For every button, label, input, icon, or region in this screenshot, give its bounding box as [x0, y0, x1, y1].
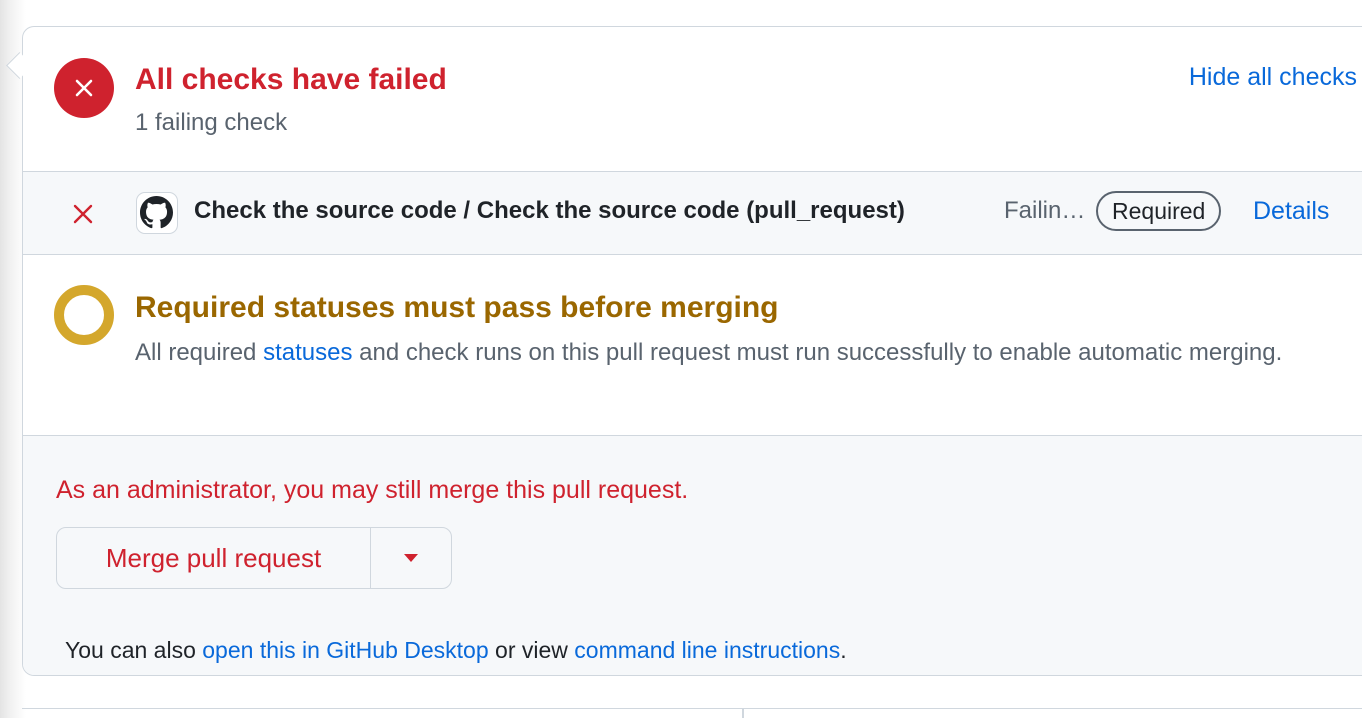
required-badge: Required [1096, 191, 1222, 231]
x-circle-fill-icon [54, 58, 114, 118]
merge-method-dropdown[interactable] [371, 528, 451, 588]
github-mark-icon [136, 192, 178, 234]
statuses-link[interactable]: statuses [263, 339, 352, 366]
page: All checks have failed 1 failing check H… [0, 0, 1362, 718]
desc-text-after: and check runs on this pull request must… [352, 339, 1283, 366]
merge-box: All checks have failed 1 failing check H… [22, 26, 1362, 676]
next-panel-divider [742, 708, 744, 718]
check-row: Check the source code / Check the source… [23, 172, 1362, 255]
required-statuses-title: Required statuses must pass before mergi… [135, 291, 779, 324]
open-in-github-desktop-link[interactable]: open this in GitHub Desktop [202, 637, 488, 663]
required-statuses-section: Required statuses must pass before mergi… [23, 255, 1362, 436]
hide-all-checks-link[interactable]: Hide all checks [1189, 63, 1357, 92]
checks-summary: All checks have failed 1 failing check H… [23, 27, 1362, 172]
merge-button-group: Merge pull request [56, 527, 452, 589]
merge-pull-request-button[interactable]: Merge pull request [57, 528, 371, 588]
pending-ring-icon [54, 285, 114, 345]
details-link[interactable]: Details [1253, 197, 1329, 226]
checks-title: All checks have failed [135, 63, 447, 96]
alt-text-middle: or view [488, 637, 575, 663]
check-status: Failin… [1004, 197, 1086, 224]
next-panel-edge [22, 708, 1362, 718]
desc-text-before: All required [135, 339, 264, 366]
triangle-down-icon [404, 554, 418, 562]
alternative-merge-note: You can also open this in GitHub Desktop… [65, 637, 847, 664]
check-name: Check the source code / Check the source… [194, 197, 905, 224]
alt-text-before: You can also [65, 637, 203, 663]
command-line-instructions-link[interactable]: command line instructions [574, 637, 840, 663]
x-icon [73, 204, 93, 229]
admin-merge-note: As an administrator, you may still merge… [56, 476, 689, 504]
checks-subtitle: 1 failing check [135, 109, 288, 136]
required-statuses-description: All required statuses and check runs on … [135, 335, 1350, 370]
alt-text-after: . [840, 637, 847, 663]
merge-section: As an administrator, you may still merge… [23, 436, 1362, 675]
